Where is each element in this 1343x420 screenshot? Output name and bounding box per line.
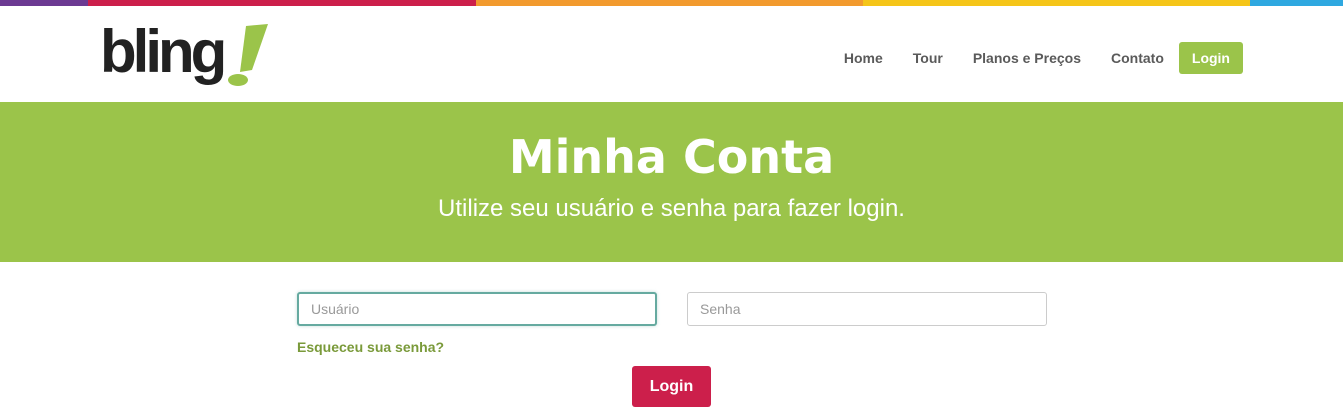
nav-tour[interactable]: Tour [913, 50, 943, 66]
bling-logo[interactable]: bling [100, 20, 270, 88]
page-title: Minha Conta [508, 130, 835, 184]
nav-home[interactable]: Home [844, 50, 883, 66]
login-form: Esqueceu sua senha? Login [0, 262, 1343, 420]
nav-plans-pricing[interactable]: Planos e Preços [973, 50, 1081, 66]
nav-login-button[interactable]: Login [1178, 42, 1243, 74]
username-input[interactable] [297, 292, 657, 326]
forgot-password-link[interactable]: Esqueceu sua senha? [297, 339, 444, 355]
nav-contact[interactable]: Contato [1111, 50, 1164, 66]
password-input[interactable] [687, 292, 1047, 326]
page-subtitle: Utilize seu usuário e senha para fazer l… [438, 195, 905, 222]
site-header: bling Home Tour Planos e Preços Contato … [0, 6, 1343, 102]
hero-banner: Minha Conta Utilize seu usuário e senha … [0, 102, 1343, 262]
login-submit-button[interactable]: Login [632, 366, 711, 407]
main-nav: Home Tour Planos e Preços Contato Login [814, 42, 1243, 74]
exclamation-logo-icon [228, 24, 268, 86]
logo-wordmark: bling [100, 18, 227, 85]
